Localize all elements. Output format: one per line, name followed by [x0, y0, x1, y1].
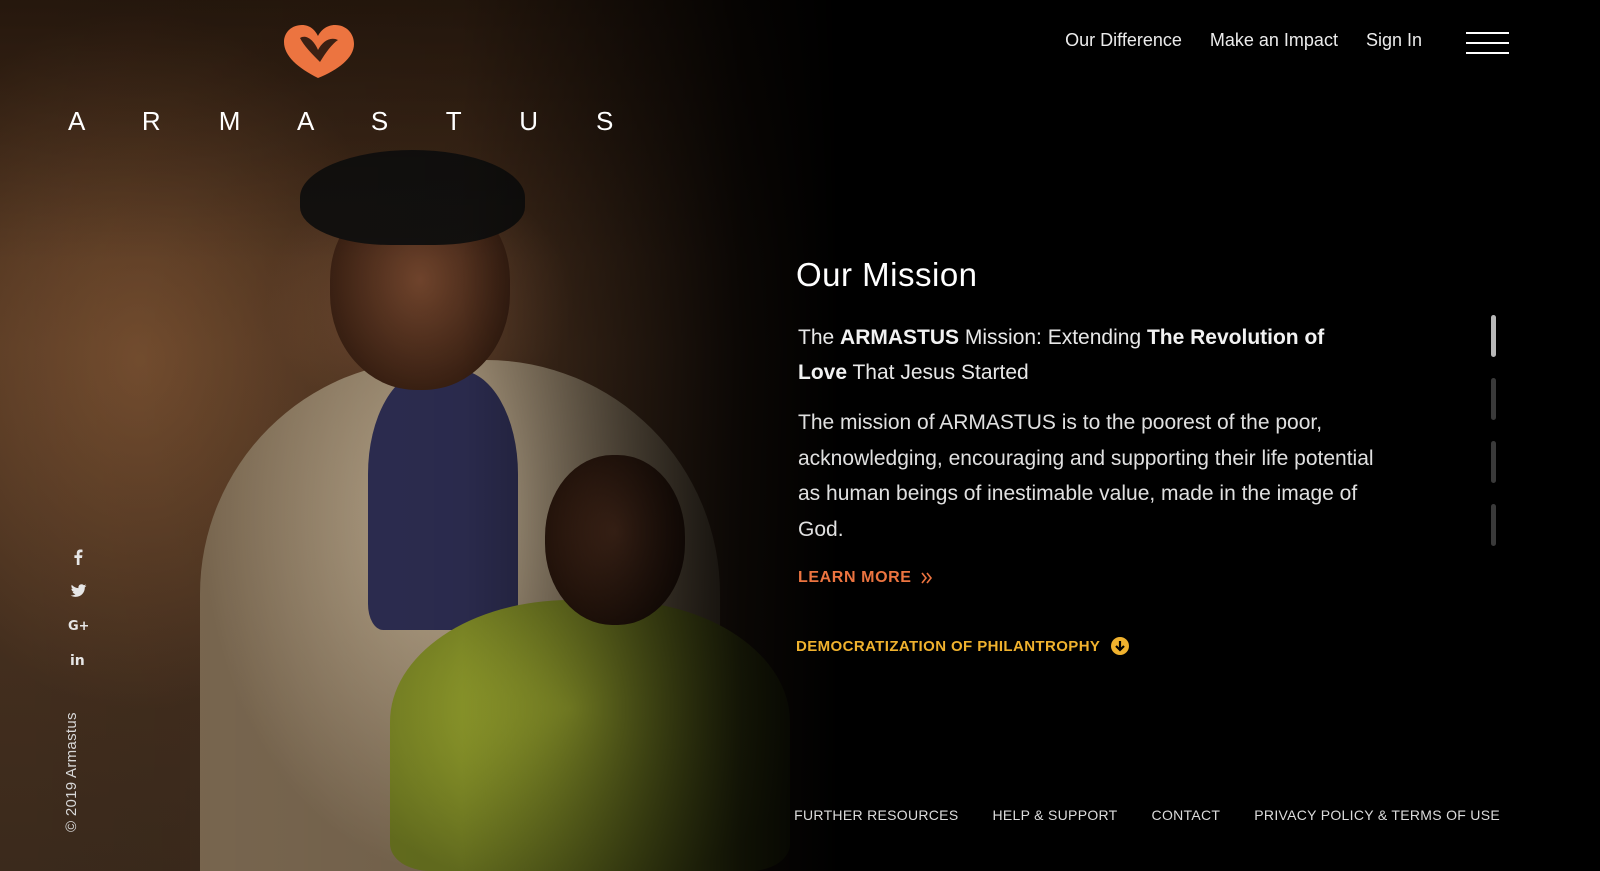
copyright-text: © 2019 Armastus	[63, 712, 80, 832]
mission-title: Our Mission	[796, 256, 978, 293]
top-nav: Our Difference Make an Impact Sign In	[1065, 30, 1422, 51]
double-chevron-right-icon	[920, 572, 932, 584]
photo-baby-head	[545, 455, 685, 625]
footer-help-support[interactable]: HELP & SUPPORT	[992, 807, 1117, 823]
footer-privacy-terms[interactable]: PRIVACY POLICY & TERMS OF USE	[1254, 807, 1500, 823]
photo-man-shirt	[368, 370, 518, 630]
mission-body: The mission of ARMASTUS is to the poores…	[798, 411, 1374, 541]
arrow-down-circle-icon	[1111, 637, 1130, 655]
google-plus-icon[interactable]: G+	[66, 608, 90, 642]
slide-indicators	[1491, 315, 1499, 567]
footer-nav: FURTHER RESOURCES HELP & SUPPORT CONTACT…	[794, 807, 1500, 823]
hamburger-icon[interactable]	[1466, 32, 1509, 56]
slide-indicator-4[interactable]	[1491, 504, 1496, 546]
photo-baby-body	[390, 600, 790, 871]
tagline-brand: ARMASTUS	[840, 326, 960, 349]
linkedin-icon[interactable]: in	[66, 642, 90, 676]
nav-our-difference[interactable]: Our Difference	[1065, 30, 1182, 51]
photo-man-cap	[300, 150, 525, 245]
brand-wordmark: A R M A S T U S	[68, 106, 639, 136]
twitter-icon[interactable]	[66, 574, 90, 608]
democratization-link[interactable]: DEMOCRATIZATION OF PHILANTROPHY	[796, 636, 1130, 656]
social-links: G+ in	[66, 540, 90, 676]
democratization-label: DEMOCRATIZATION OF PHILANTROPHY	[796, 637, 1101, 655]
tagline-text: The	[798, 326, 841, 349]
slide-indicator-1[interactable]	[1491, 315, 1496, 357]
photo-man-head	[330, 190, 510, 390]
svg-text:G+: G+	[68, 619, 88, 632]
footer-further-resources[interactable]: FURTHER RESOURCES	[794, 807, 958, 823]
slide-indicator-3[interactable]	[1491, 441, 1496, 483]
mission-section: Our Mission The ARMASTUS Mission: Extend…	[796, 256, 1416, 587]
nav-make-an-impact[interactable]: Make an Impact	[1210, 30, 1338, 51]
tagline-text: Mission: Extending	[959, 326, 1147, 349]
tagline-text: That Jesus Started	[847, 361, 1029, 384]
photo-man-body	[200, 360, 720, 871]
nav-sign-in[interactable]: Sign In	[1366, 30, 1422, 51]
learn-more-label: LEARN MORE	[798, 569, 912, 586]
svg-text:in: in	[70, 653, 85, 667]
learn-more-link[interactable]: LEARN MORE	[798, 569, 934, 587]
facebook-icon[interactable]	[66, 540, 90, 574]
slide-indicator-2[interactable]	[1491, 378, 1496, 420]
footer-contact[interactable]: CONTACT	[1152, 807, 1221, 823]
heart-logo-icon	[284, 25, 354, 78]
mission-tagline: The ARMASTUS Mission: Extending The Revo…	[798, 320, 1378, 390]
